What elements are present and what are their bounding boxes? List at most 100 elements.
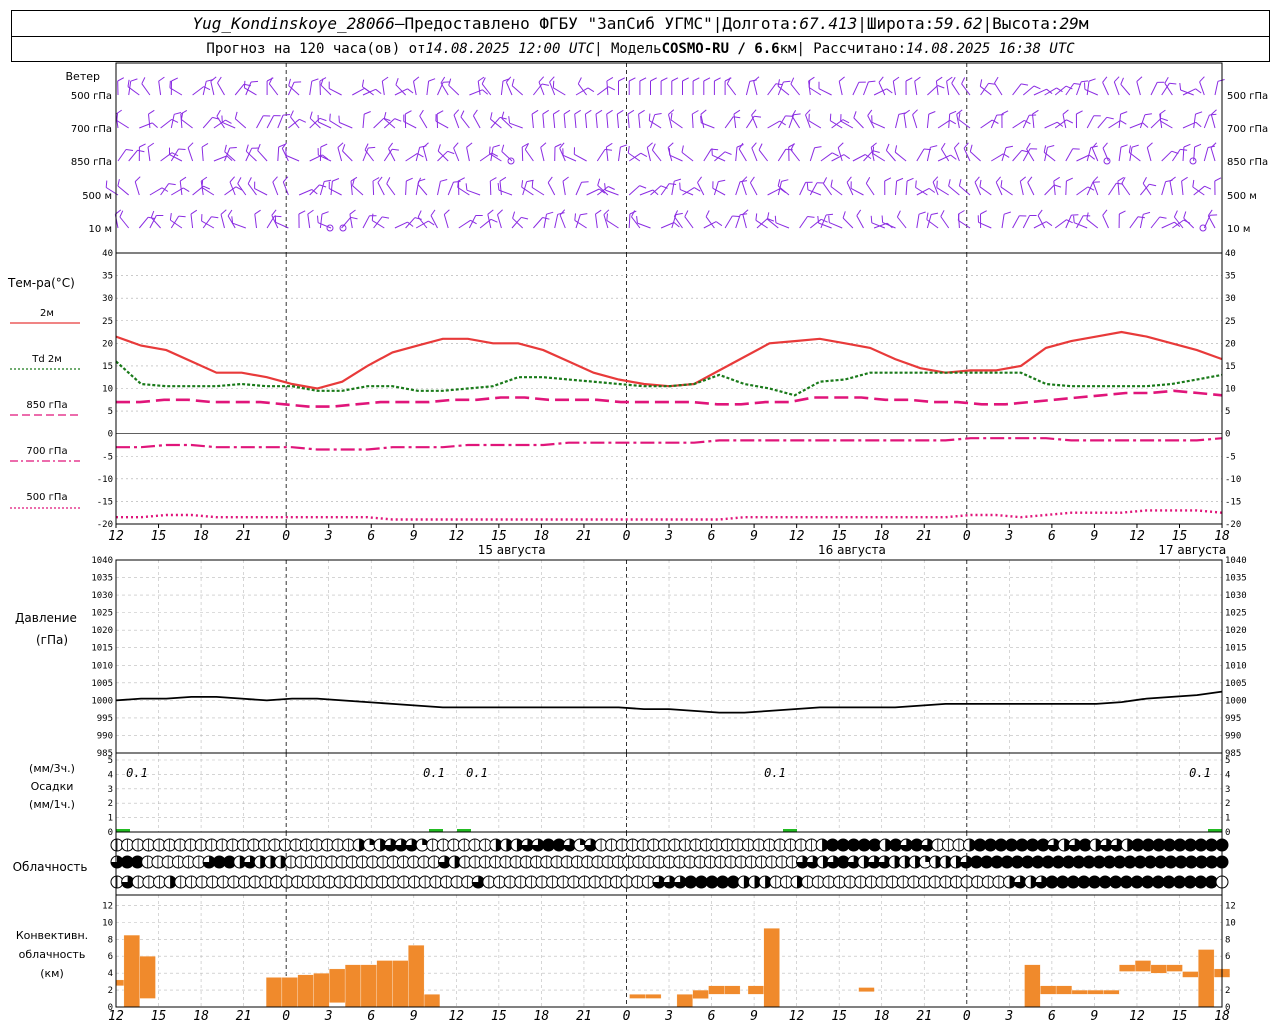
wind-barb xyxy=(1065,214,1079,229)
precip-label-1: (мм/3ч.) xyxy=(29,762,75,775)
wind-barb-flag xyxy=(288,78,291,86)
wind-barb-staff xyxy=(1019,181,1024,196)
wind-barb-flag xyxy=(168,183,176,186)
wind-barb-staff xyxy=(628,185,640,196)
wind-barb-flag xyxy=(574,213,576,221)
wind-barb-staff xyxy=(377,182,385,196)
wind-barb xyxy=(573,147,587,162)
conv-bar xyxy=(123,934,140,1008)
wind-barb xyxy=(867,109,875,129)
wind-barb xyxy=(691,110,699,129)
wind-barb-flag xyxy=(783,80,791,83)
pres-ytick-left: 990 xyxy=(97,731,113,741)
x-tick-label: 15 xyxy=(1172,1009,1188,1024)
pressure-label-1: Давление xyxy=(15,611,77,625)
wind-barb xyxy=(179,176,187,196)
wind-barb-staff xyxy=(691,113,694,129)
wind-barb xyxy=(277,114,291,129)
wind-barb-flag xyxy=(1131,144,1139,148)
wind-barb xyxy=(958,178,971,196)
wind-barb-flag xyxy=(914,76,921,82)
wind-barb xyxy=(1075,110,1083,129)
temp-ytick-right: 10 xyxy=(1225,385,1236,395)
wind-barb-staff xyxy=(362,215,370,229)
wind-barb xyxy=(116,113,129,129)
meteogram-canvas: 40 4035 3530 3025 2520 2015 1510 105 50 0-5 -5-10-… xyxy=(7,62,1268,1024)
x-tick-label: 0 xyxy=(282,1009,290,1024)
wind-barb-flag xyxy=(996,114,1004,116)
wind-barb-staff xyxy=(1207,215,1216,229)
temp-series-line xyxy=(116,389,1223,408)
wind-barb-staff xyxy=(220,214,225,229)
wind-barb-staff xyxy=(1053,181,1056,196)
x-tick-label: 12 xyxy=(1129,529,1145,544)
wind-barb-flag xyxy=(1043,145,1047,153)
x-tick-label: 9 xyxy=(750,529,758,544)
wind-barb xyxy=(127,79,140,96)
wind-barb xyxy=(809,146,822,162)
wind-barb-staff xyxy=(460,116,470,129)
wind-barb-flag xyxy=(1092,176,1099,183)
wind-barb-flag xyxy=(422,142,429,148)
wind-barb xyxy=(818,81,832,96)
wind-barb-flag xyxy=(547,176,553,183)
wind-barb-staff xyxy=(170,114,175,129)
wind-barb-flag xyxy=(268,77,273,85)
wind-barb-flag xyxy=(1137,216,1145,219)
wind-barb xyxy=(1136,76,1143,96)
wind-barb-flag xyxy=(896,177,904,182)
wind-barb xyxy=(631,210,641,229)
wind-barb-staff xyxy=(319,214,323,229)
wind-barb-flag xyxy=(125,149,134,151)
temp-ytick-left: -15 xyxy=(97,497,113,507)
wind-barb-staff xyxy=(352,185,364,196)
wind-level-500hpa-right: 500 гПа xyxy=(1227,91,1268,102)
temp-legend-lines xyxy=(10,322,80,509)
wind-barb-staff xyxy=(1118,147,1122,162)
wind-barb-flag xyxy=(949,119,957,125)
wind-barb xyxy=(774,215,790,229)
prec-ytick-left: 4 xyxy=(108,770,113,780)
wind-barb-flag xyxy=(1120,120,1127,125)
wind-barb-staff xyxy=(871,222,885,229)
x-tick-label: 3 xyxy=(664,529,673,544)
wind-barb-flag xyxy=(639,77,647,82)
wind-barb xyxy=(430,209,438,229)
wind-barb-staff xyxy=(916,214,920,229)
wind-barb-flag xyxy=(668,109,675,115)
wind-barb xyxy=(317,114,332,129)
wind-barb-flag xyxy=(1066,177,1074,182)
wind-barb-staff xyxy=(458,219,471,229)
wind-barb-flag xyxy=(627,109,635,115)
x-tick-label: 0 xyxy=(623,529,631,544)
wind-barb xyxy=(980,82,996,96)
wind-barb-flag xyxy=(546,211,554,215)
legend-2m-label: 2м xyxy=(40,308,54,319)
wind-barb-flag xyxy=(282,176,289,183)
wind-barb-staff xyxy=(216,116,225,129)
wind-barb xyxy=(160,118,179,129)
wind-barb xyxy=(413,76,420,96)
wind-barb-staff xyxy=(277,146,280,162)
x-tick-label: 18 xyxy=(1214,529,1230,544)
wind-barb-flag xyxy=(648,113,651,121)
x-tick-label: 3 xyxy=(1004,529,1013,544)
wind-barb xyxy=(540,142,547,162)
wind-barb xyxy=(201,142,209,162)
conv-bar xyxy=(1150,964,1167,974)
wind-barb-flag xyxy=(1003,211,1011,215)
precip-annotation: 0.1 xyxy=(423,766,445,780)
wind-barb xyxy=(926,145,938,162)
wind-barb-staff xyxy=(1139,214,1144,229)
wind-barb-staff xyxy=(553,87,566,96)
wind-barb-staff xyxy=(117,149,127,162)
wind-barb-flag xyxy=(1183,143,1191,148)
wind-barb-flag xyxy=(309,111,313,119)
x-tick-label: 9 xyxy=(410,1009,418,1024)
wind-barb-flag xyxy=(332,178,340,182)
wind-barb xyxy=(443,209,450,229)
wind-barb xyxy=(912,109,918,129)
wind-barb xyxy=(254,181,268,196)
wind-barb-staff xyxy=(477,81,481,96)
wind-barb-flag xyxy=(324,179,332,182)
